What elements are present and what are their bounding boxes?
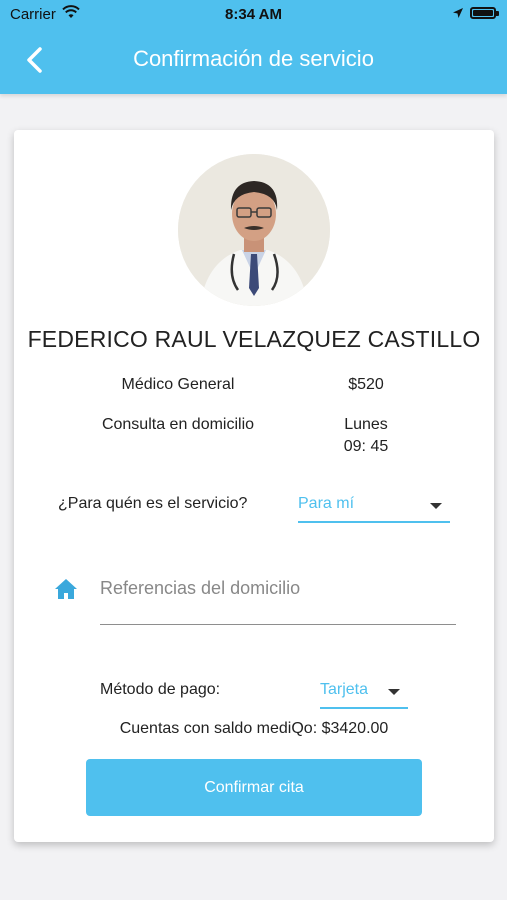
- payment-method-label: Método de pago:: [100, 681, 221, 698]
- payment-method-dropdown[interactable]: Tarjeta: [320, 681, 408, 709]
- confirm-appointment-button[interactable]: Confirmar cita: [86, 759, 422, 816]
- app-header: Carrier 8:34 AM Confirmación de servicio: [0, 0, 507, 94]
- caret-down-icon: [388, 689, 400, 695]
- confirmation-card: FEDERICO RAUL VELAZQUEZ CASTILLO Médico …: [14, 130, 494, 842]
- doctor-specialty: Médico General: [121, 376, 235, 393]
- doctor-avatar: [178, 154, 330, 306]
- status-time: 8:34 AM: [225, 6, 282, 23]
- service-type: Consulta en domicilio: [101, 416, 255, 433]
- for-whom-label: ¿Para quén es el servicio?: [58, 495, 248, 512]
- address-references-field[interactable]: [100, 574, 456, 625]
- location-arrow-icon: [452, 6, 464, 23]
- payment-method-value: Tarjeta: [320, 681, 369, 698]
- for-whom-value: Para mí: [298, 495, 355, 512]
- address-references-input[interactable]: [100, 574, 456, 599]
- home-icon: [54, 578, 78, 600]
- service-price: $520: [348, 376, 384, 393]
- appointment-time: 09: 45: [343, 438, 389, 455]
- battery-icon: [470, 7, 499, 19]
- status-bar: Carrier 8:34 AM: [0, 0, 507, 28]
- appointment-day: Lunes: [344, 416, 388, 433]
- caret-down-icon: [430, 503, 442, 509]
- balance-text: Cuentas con saldo mediQo: $3420.00: [119, 720, 389, 737]
- page-title: Confirmación de servicio: [133, 46, 374, 71]
- appointment-schedule: Lunes 09: 45: [306, 414, 426, 458]
- for-whom-dropdown[interactable]: Para mí: [298, 495, 450, 523]
- doctor-name: FEDERICO RAUL VELAZQUEZ CASTILLO: [27, 326, 481, 352]
